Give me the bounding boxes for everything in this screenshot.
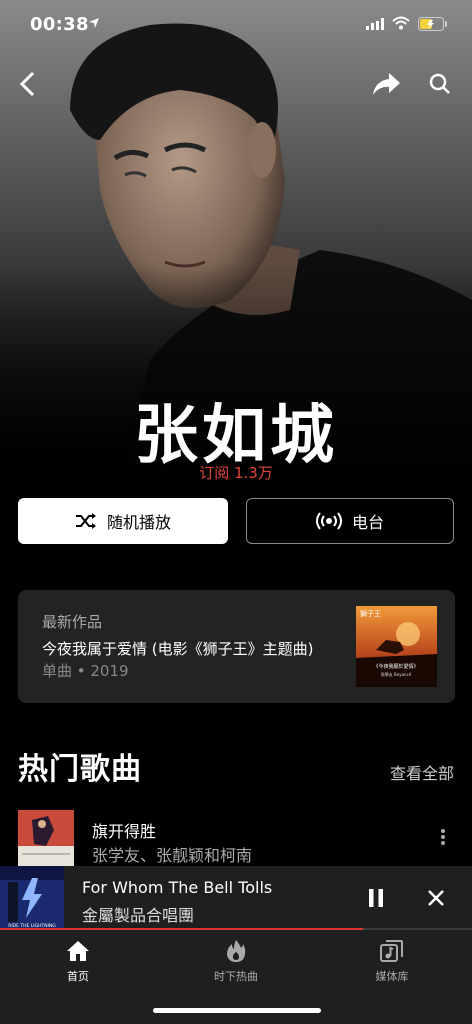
battery-icon (418, 17, 447, 31)
cellular-signal-icon (366, 18, 384, 30)
radio-broadcast-icon (315, 512, 342, 530)
search-button[interactable] (420, 64, 460, 104)
radio-label: 电台 (351, 513, 384, 532)
now-playing-title: For Whom The Bell Tolls (82, 878, 273, 897)
search-icon (429, 73, 450, 94)
latest-release-card[interactable]: 最新作品 今夜我属于爱情 (电影《狮子王》主题曲) 单曲 • 2019 獅子王 … (18, 590, 455, 703)
radio-button[interactable]: 电台 (246, 498, 454, 544)
tab-trending-label: 时下热曲 (214, 970, 258, 983)
song-title: 旗开得胜 (92, 822, 157, 841)
mini-player[interactable]: RIDE THE LIGHTNING For Whom The Bell Tol… (0, 866, 472, 930)
wifi-icon (392, 16, 410, 30)
latest-release-meta: 单曲 • 2019 (42, 662, 129, 680)
status-time: 00:38 (30, 14, 89, 35)
status-bar: 00:38 (0, 0, 472, 52)
cover-lion-king-text: 獅子王 (360, 609, 381, 618)
latest-release-heading: 最新作品 (42, 613, 103, 631)
location-arrow-icon (89, 18, 99, 28)
share-button[interactable] (366, 64, 406, 104)
song-artist: 张学友、张靓颖和柯南 (92, 846, 253, 865)
home-icon (67, 941, 89, 961)
song-art (18, 810, 74, 866)
flame-icon (227, 940, 246, 962)
chevron-left-icon (19, 71, 35, 97)
pause-icon (369, 889, 383, 907)
back-button[interactable] (8, 64, 48, 104)
now-playing-artist: 金屬製品合唱團 (82, 906, 195, 925)
tab-library[interactable]: 媒体库 (332, 938, 452, 984)
cover-song-text: 《今夜我願於愛情》 (373, 663, 418, 670)
close-player-button[interactable] (422, 884, 450, 912)
subscribe-link[interactable]: 订阅 1.3万 (0, 462, 472, 483)
cover-artist-text: 張學友 Beyoncé (381, 671, 412, 677)
see-all-link[interactable]: 查看全部 (390, 760, 454, 784)
home-indicator (153, 1008, 321, 1013)
tab-home-label: 首页 (67, 970, 89, 983)
library-icon (380, 940, 403, 962)
latest-release-title: 今夜我属于爱情 (电影《狮子王》主题曲) (42, 640, 314, 658)
pause-button[interactable] (362, 884, 390, 912)
shuffle-play-button[interactable]: 随机播放 (18, 498, 228, 544)
more-options-icon[interactable] (440, 828, 446, 846)
shuffle-icon (75, 513, 96, 529)
now-playing-art: RIDE THE LIGHTNING (0, 866, 64, 930)
shuffle-play-label: 随机播放 (106, 513, 171, 532)
close-icon (428, 890, 444, 906)
song-row[interactable]: 旗开得胜 张学友、张靓颖和柯南 (0, 806, 472, 868)
tab-library-label: 媒体库 (375, 970, 409, 983)
tab-trending[interactable]: 时下热曲 (176, 938, 296, 984)
latest-release-cover: 獅子王 《今夜我願於愛情》 張學友 Beyoncé (356, 606, 437, 687)
tab-home[interactable]: 首页 (18, 938, 138, 984)
share-arrow-icon (373, 73, 400, 95)
popular-songs-title: 热门歌曲 (18, 752, 142, 787)
